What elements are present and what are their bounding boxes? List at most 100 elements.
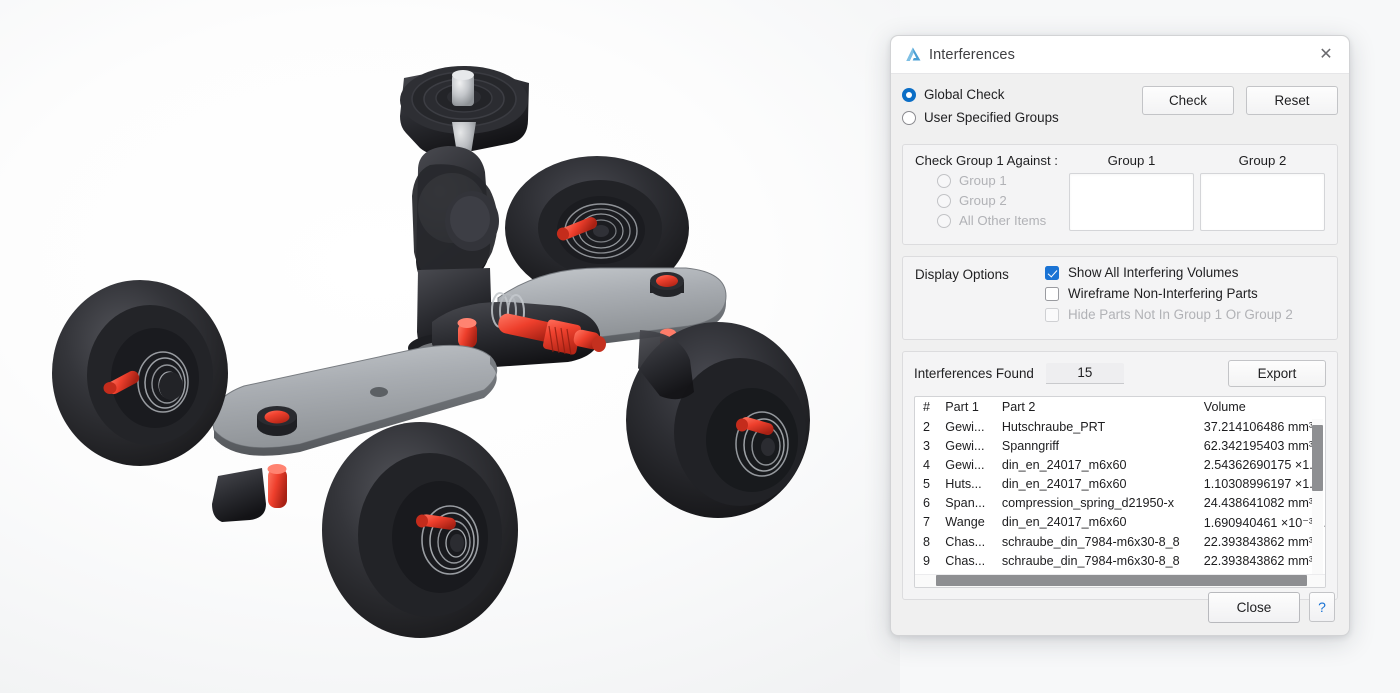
radio-indicator-against-group-2: [937, 193, 951, 208]
results-section: Interferences Found 15 Export # Part 1 P…: [902, 351, 1338, 600]
group-2-listbox[interactable]: [1200, 173, 1325, 231]
checkbox-indicator-show-all-interfering-volumes[interactable]: [1045, 265, 1059, 280]
table-row[interactable]: 2 Gewi... Hutschraube_PRT 37.214106486 m…: [915, 417, 1325, 436]
cell-part-2: schraube_din_7984-m6x30-8_8: [1001, 534, 1180, 549]
checkbox-label-hide-parts-not-in-group: Hide Parts Not In Group 1 Or Group 2: [1068, 307, 1293, 322]
radio-label-all-other-items: All Other Items: [959, 213, 1047, 228]
wheel-front-left: [52, 280, 228, 466]
checkbox-show-all-interfering-volumes[interactable]: Show All Interfering Volumes: [1045, 265, 1325, 280]
display-options-title: Display Options: [915, 267, 1009, 282]
table-row[interactable]: 6 Span... compression_spring_d21950-x 24…: [915, 493, 1325, 512]
interferences-found-value: 15: [1045, 363, 1124, 384]
cell-part-2: schraube_din_7984-m6x30-8_8: [1001, 553, 1180, 568]
cell-part-1: Span...: [945, 495, 986, 510]
checkbox-indicator-hide-parts-not-in-group: [1045, 307, 1059, 322]
interferences-table-wrap[interactable]: # Part 1 Part 2 Volume 2 Gewi... Hutschr…: [914, 396, 1326, 588]
mounting-hole: [370, 387, 388, 397]
cell-volume: 62.342195403 mm³: [1203, 438, 1314, 453]
cell-part-2: Spanngriff: [1001, 438, 1060, 453]
export-button[interactable]: Export: [1228, 360, 1326, 387]
cell-number: 5: [923, 476, 931, 491]
radio-indicator-global-check[interactable]: [902, 87, 916, 102]
cell-volume: 2.54362690175 ×1...: [1203, 457, 1320, 472]
mode-and-actions-row: Global Check User Specified Groups Check…: [902, 84, 1338, 133]
radio-user-specified-groups[interactable]: User Specified Groups: [902, 110, 1092, 125]
interferences-found-label: Interferences Found: [914, 366, 1034, 381]
radio-against-group-2: Group 2: [937, 193, 1063, 208]
table-row[interactable]: 9 Chas... schraube_din_7984-m6x30-8_8 22…: [915, 551, 1325, 570]
column-header-number[interactable]: #: [915, 397, 945, 417]
table-row[interactable]: 4 Gewi... din_en_24017_m6x60 2.543626901…: [915, 455, 1325, 474]
dialog-titlebar[interactable]: Interferences ✕: [891, 36, 1349, 74]
cad-assembly-render: [52, 66, 810, 638]
cell-part-1: Huts...: [945, 476, 982, 491]
3d-model-viewport[interactable]: [0, 0, 900, 693]
interferences-table-body: 2 Gewi... Hutschraube_PRT 37.214106486 m…: [915, 417, 1325, 587]
group-1-label: Group 1: [1107, 153, 1156, 168]
cell-number: 4: [923, 457, 931, 472]
cell-part-2: compression_spring_d21950-x: [1001, 495, 1175, 510]
radio-against-all-other-items: All Other Items: [937, 213, 1063, 228]
help-button[interactable]: ?: [1309, 592, 1335, 622]
cell-number: 7: [923, 515, 931, 529]
close-button[interactable]: Close: [1208, 591, 1300, 623]
cell-volume: 37.214106486 mm³: [1203, 419, 1314, 434]
radio-indicator-against-group-1: [937, 173, 951, 188]
interferences-dialog[interactable]: Interferences ✕ Global Check User Specif…: [890, 35, 1350, 636]
reset-button[interactable]: Reset: [1246, 86, 1338, 115]
check-button[interactable]: Check: [1142, 86, 1234, 115]
action-buttons: Check Reset: [1142, 84, 1338, 115]
wheel-front-center: [322, 422, 518, 638]
table-row[interactable]: 7 Wange din_en_24017_m6x60 1.690940461 ×…: [915, 512, 1325, 532]
cell-part-2: din_en_24017_m6x60: [1001, 457, 1127, 472]
autodesk-a-icon: [906, 47, 921, 61]
interference-volume-red: [650, 272, 684, 297]
groups-section: Check Group 1 Against : Group 1 Group 2 …: [902, 144, 1338, 245]
radio-label-global-check: Global Check: [924, 87, 1005, 102]
checkbox-indicator-wireframe-non-interfering-parts[interactable]: [1045, 286, 1059, 301]
cell-number: 8: [923, 534, 931, 549]
group-2-column: Group 2: [1200, 153, 1325, 233]
group-1-column: Group 1: [1069, 153, 1194, 233]
radio-label-against-group-1: Group 1: [959, 173, 1007, 188]
interference-volume-red: [267, 464, 287, 508]
table-row[interactable]: 5 Huts... din_en_24017_m6x60 1.103089961…: [915, 474, 1325, 493]
dialog-title: Interferences: [929, 46, 1015, 63]
table-row[interactable]: 3 Gewi... Spanngriff 62.342195403 mm³: [915, 436, 1325, 455]
table-vertical-scrollbar-thumb[interactable]: [1312, 425, 1323, 491]
radio-label-user-specified-groups: User Specified Groups: [924, 110, 1059, 125]
radio-against-group-1: Group 1: [937, 173, 1063, 188]
interferences-table: # Part 1 Part 2 Volume 2 Gewi... Hutschr…: [915, 397, 1325, 587]
close-icon[interactable]: ✕: [1311, 42, 1341, 68]
cell-volume: 22.393843862 mm³: [1203, 534, 1314, 549]
checkbox-label-show-all-interfering-volumes: Show All Interfering Volumes: [1068, 265, 1239, 280]
checkbox-wireframe-non-interfering-parts[interactable]: Wireframe Non-Interfering Parts: [1045, 286, 1325, 301]
column-header-part-2[interactable]: Part 2: [1002, 397, 1204, 417]
check-mode-radio-group[interactable]: Global Check User Specified Groups: [902, 84, 1092, 133]
mount-bracket: [212, 468, 266, 522]
cell-part-1: Wange: [945, 515, 985, 529]
cell-part-2: din_en_24017_m6x60: [1001, 515, 1127, 529]
column-header-volume[interactable]: Volume: [1204, 397, 1325, 417]
column-header-part-1[interactable]: Part 1: [945, 397, 1002, 417]
checkbox-label-wireframe-non-interfering-parts: Wireframe Non-Interfering Parts: [1068, 286, 1258, 301]
cell-number: 2: [923, 419, 931, 434]
cell-part-1: Gewi...: [945, 457, 985, 472]
cell-volume: 1.690940461 ×10⁻³ ...: [1203, 515, 1325, 530]
cell-volume: 24.438641082 mm³: [1203, 495, 1314, 510]
cell-part-2: Hutschraube_PRT: [1001, 419, 1106, 434]
radio-global-check[interactable]: Global Check: [902, 87, 1092, 102]
cell-part-1: Gewi...: [945, 419, 985, 434]
cell-part-2: din_en_24017_m6x60: [1001, 476, 1127, 491]
cell-number: 6: [923, 495, 931, 510]
dialog-footer: Close ?: [891, 579, 1349, 635]
cell-part-1: Gewi...: [945, 438, 985, 453]
radio-label-against-group-2: Group 2: [959, 193, 1007, 208]
check-against-title: Check Group 1 Against :: [915, 153, 1058, 168]
group-1-listbox[interactable]: [1069, 173, 1194, 231]
cell-number: 3: [923, 438, 931, 453]
table-row[interactable]: 8 Chas... schraube_din_7984-m6x30-8_8 22…: [915, 532, 1325, 551]
display-options-section: Display Options Show All Interfering Vol…: [902, 256, 1338, 340]
group-2-label: Group 2: [1238, 153, 1287, 168]
radio-indicator-user-specified-groups[interactable]: [902, 110, 916, 125]
